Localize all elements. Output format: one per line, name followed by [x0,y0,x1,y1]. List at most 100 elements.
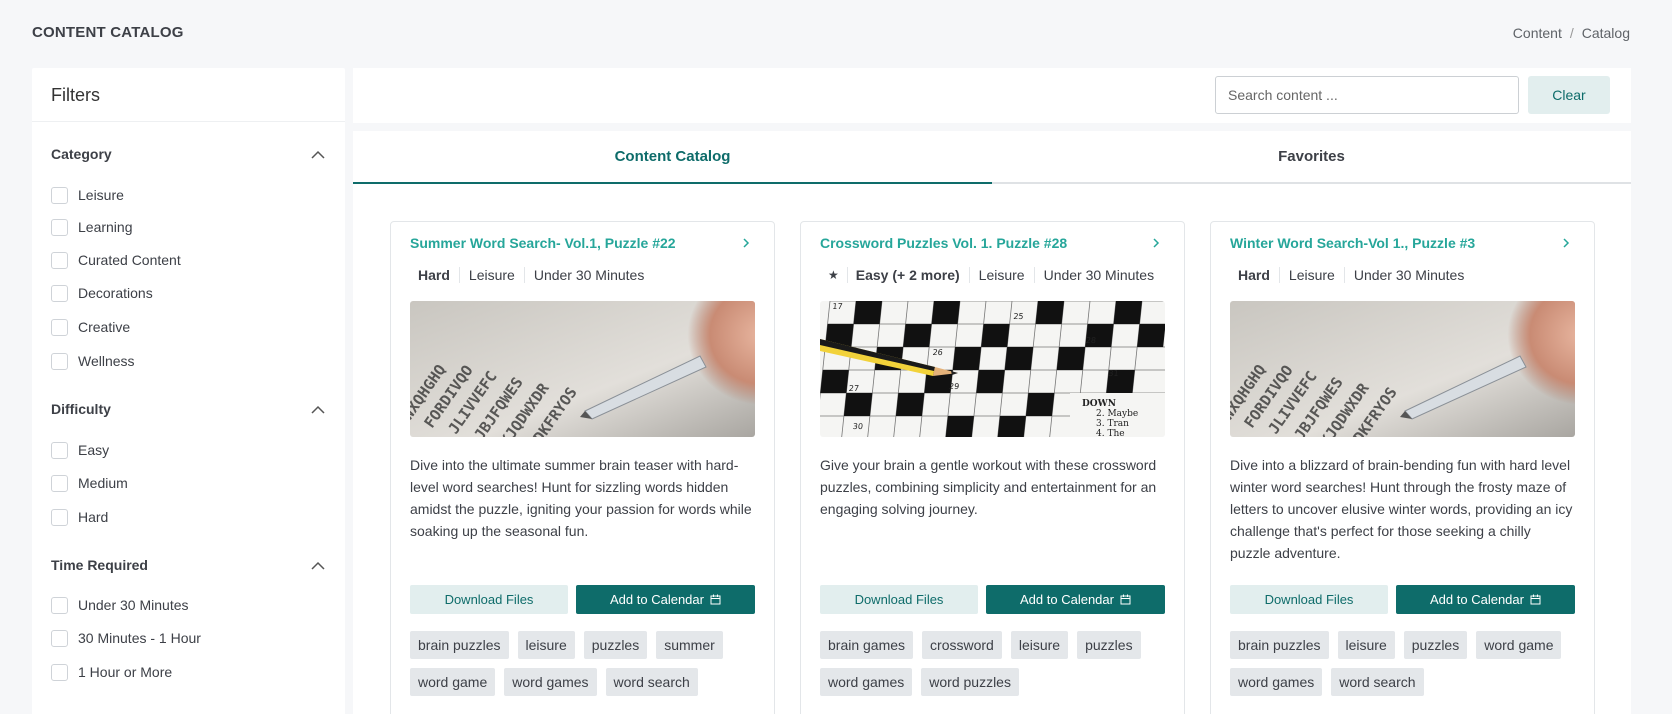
chevron-right-icon[interactable] [1150,236,1162,250]
svg-text:31: 31 [1108,369,1119,378]
time-label: Under 30 Minutes [523,267,654,283]
checkbox[interactable] [51,186,68,204]
checkbox[interactable] [51,474,68,492]
filter-section-title: Category [51,146,112,162]
breadcrumb-content[interactable]: Content [1513,25,1562,41]
chevron-right-icon[interactable] [1560,236,1572,250]
filter-section-title: Difficulty [51,401,111,417]
filter-option-label: Decorations [78,285,153,301]
checkbox[interactable] [51,663,68,681]
svg-text:2. Maybe: 2. Maybe [1096,409,1138,419]
word-search-thumbnail[interactable]: WXQHGHQ FORDIVQO JLIVVEFC JBJFQWES KJQDW… [1230,301,1575,437]
word-search-thumbnail[interactable]: WXQHGHQ FORDIVQO JLIVVEFC JBJFQWES KJQDW… [410,301,755,437]
tag[interactable]: word puzzles [921,668,1019,696]
filter-option-leisure[interactable]: Leisure [51,185,124,205]
tag[interactable]: word game [1476,631,1562,659]
svg-text:30: 30 [852,422,863,431]
category-label: Leisure [968,267,1034,283]
tag[interactable]: word games [504,668,597,696]
breadcrumb-separator: / [1569,25,1574,41]
card-meta: Hard Leisure Under 30 Minutes [410,265,653,285]
difficulty-label: Hard [418,267,450,283]
add-to-calendar-label: Add to Calendar [610,592,704,607]
filter-option-label: Medium [78,475,128,491]
filter-option-learning[interactable]: Learning [51,217,133,237]
tag[interactable]: word games [820,668,913,696]
card-title-link[interactable]: Summer Word Search- Vol.1, Puzzle #22 [410,235,730,251]
tab-content-catalog[interactable]: Content Catalog [353,131,992,184]
tag[interactable]: puzzles [1077,631,1141,659]
tag[interactable]: puzzles [583,631,648,659]
tab-favorites[interactable]: Favorites [992,131,1631,184]
add-to-calendar-label: Add to Calendar [1020,592,1114,607]
filter-option-decorations[interactable]: Decorations [51,283,153,303]
tag[interactable]: leisure [517,631,575,659]
download-files-button[interactable]: Download Files [410,585,568,614]
checkbox[interactable] [51,218,68,236]
tag[interactable]: brain puzzles [410,631,509,659]
filter-option-curated-content[interactable]: Curated Content [51,250,181,270]
tag[interactable]: crossword [922,631,1002,659]
clear-button[interactable]: Clear [1528,76,1610,114]
calendar-icon [710,594,721,605]
checkbox[interactable] [51,318,68,336]
tag[interactable]: word games [1230,668,1323,696]
svg-text:28: 28 [1085,336,1096,345]
difficulty-label: Hard [1238,267,1270,283]
checkbox[interactable] [51,352,68,370]
download-files-button[interactable]: Download Files [1230,585,1388,614]
filter-option-creative[interactable]: Creative [51,317,130,337]
crossword-thumbnail[interactable]: 17 25 26 28 31 27 29 30 DOWN 2. Maybe 3.… [820,301,1165,437]
svg-text:4. The: 4. The [1096,429,1125,437]
tag[interactable]: summer [656,631,723,659]
tag[interactable]: word game [410,668,496,696]
tag[interactable]: puzzles [1403,631,1468,659]
tag[interactable]: brain puzzles [1230,631,1329,659]
checkbox[interactable] [51,629,68,647]
card-description: Dive into a blizzard of brain-bending fu… [1230,457,1573,561]
card-description: Give your brain a gentle workout with th… [820,457,1157,517]
filter-option-30-minutes-1-hour[interactable]: 30 Minutes - 1 Hour [51,628,201,648]
add-to-calendar-label: Add to Calendar [1430,592,1524,607]
search-input[interactable] [1215,76,1519,114]
filter-option-easy[interactable]: Easy [51,440,109,460]
chevron-up-icon[interactable] [310,558,326,574]
add-to-calendar-button[interactable]: Add to Calendar [1396,585,1575,614]
chevron-up-icon[interactable] [310,147,326,163]
checkbox[interactable] [51,284,68,302]
filter-section-difficulty[interactable]: Difficulty [51,401,326,417]
filter-section-time-required[interactable]: Time Required [51,557,326,573]
svg-text:3. Tran: 3. Tran [1096,419,1129,429]
tag[interactable]: word search [605,668,698,696]
filter-section-category[interactable]: Category [51,146,326,162]
page-title: CONTENT CATALOG [32,24,184,41]
filters-title: Filters [51,85,100,105]
add-to-calendar-button[interactable]: Add to Calendar [986,585,1165,614]
checkbox[interactable] [51,251,68,269]
tag-list: brain games crossword leisure puzzles wo… [820,631,1170,705]
filter-option-wellness[interactable]: Wellness [51,351,135,371]
star-icon: ★ [828,268,839,282]
checkbox[interactable] [51,441,68,459]
tag[interactable]: brain games [820,631,914,659]
filter-option-hard[interactable]: Hard [51,507,108,527]
checkbox[interactable] [51,596,68,614]
filter-option-1-hour-or-more[interactable]: 1 Hour or More [51,662,172,682]
checkbox[interactable] [51,508,68,526]
breadcrumb-catalog: Catalog [1581,25,1630,41]
filter-option-medium[interactable]: Medium [51,473,128,493]
add-to-calendar-button[interactable]: Add to Calendar [576,585,755,614]
filter-option-under-30-minutes[interactable]: Under 30 Minutes [51,595,189,615]
content-card: Crossword Puzzles Vol. 1. Puzzle #28 ★ E… [800,221,1185,714]
download-files-button[interactable]: Download Files [820,585,978,614]
content-card: Summer Word Search- Vol.1, Puzzle #22 Ha… [390,221,775,714]
card-title-link[interactable]: Crossword Puzzles Vol. 1. Puzzle #28 [820,235,1140,251]
breadcrumb: Content / Catalog [1513,25,1630,41]
svg-text:27: 27 [848,384,859,393]
chevron-up-icon[interactable] [310,402,326,418]
tag[interactable]: leisure [1337,631,1395,659]
card-title-link[interactable]: Winter Word Search-Vol 1., Puzzle #3 [1230,235,1550,251]
tag[interactable]: word search [1331,668,1424,696]
chevron-right-icon[interactable] [740,236,752,250]
tag[interactable]: leisure [1010,631,1069,659]
